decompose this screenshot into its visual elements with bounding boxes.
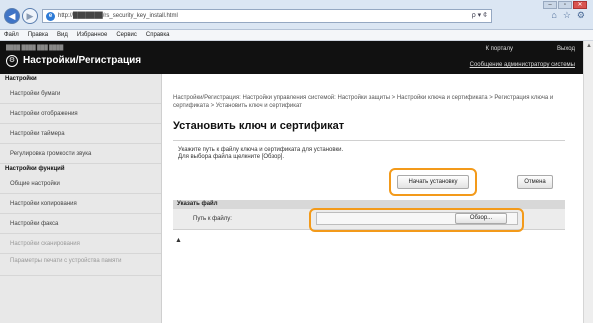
gear-icon[interactable]: ⚙ bbox=[577, 10, 585, 21]
app-header: ████ ████ ███ ████ ⚙ Настройки/Регистрац… bbox=[0, 41, 583, 74]
main-content: Настройки/Регистрация: Настройки управле… bbox=[163, 74, 583, 323]
page-title: Установить ключ и сертификат bbox=[173, 120, 345, 132]
toolbar-icons: ⌂ ☆ ⚙ bbox=[551, 10, 585, 21]
logout-link[interactable]: Выход bbox=[557, 46, 575, 52]
browser-toolbar: – ▫ ✕ ◀ ▶ e http://███████/rs_security_k… bbox=[0, 0, 593, 30]
start-install-highlight bbox=[389, 168, 477, 196]
sidebar-item-fax-settings[interactable]: Настройки факса bbox=[0, 214, 161, 234]
portal-link[interactable]: К порталу bbox=[486, 46, 513, 52]
menu-view[interactable]: Вид bbox=[57, 32, 68, 38]
sidebar-item-memory-print[interactable]: Параметры печати с устройства памяти bbox=[0, 254, 161, 276]
admin-message-link[interactable]: Сообщение администратору системы bbox=[470, 62, 575, 68]
sidebar-item-timer-settings[interactable]: Настройки таймера bbox=[0, 124, 161, 144]
back-arrow-icon[interactable]: ◀ bbox=[4, 8, 20, 24]
home-icon[interactable]: ⌂ bbox=[551, 10, 556, 21]
star-icon[interactable]: ☆ bbox=[563, 10, 571, 21]
sidebar-item-paper-settings[interactable]: Настройки бумаги bbox=[0, 84, 161, 104]
scroll-up-icon[interactable]: ▲ bbox=[586, 43, 592, 49]
device-model: ████ ████ ███ ████ bbox=[6, 45, 64, 51]
close-button[interactable]: ✕ bbox=[573, 1, 587, 9]
sidebar-section-settings: Настройки bbox=[5, 76, 37, 82]
address-url: http://███████/rs_security_key_install.h… bbox=[58, 13, 178, 19]
menu-file[interactable]: Файл bbox=[4, 32, 19, 38]
menu-favorites[interactable]: Избранное bbox=[77, 32, 107, 38]
settings-logo-icon: ⚙ bbox=[6, 55, 18, 67]
menu-tools[interactable]: Сервис bbox=[116, 32, 137, 38]
sidebar-section-functions: Настройки функций bbox=[5, 166, 65, 172]
to-top-link[interactable]: ▲ bbox=[175, 237, 182, 244]
instruction-text: Укажите путь к файлу ключа и сертификата… bbox=[173, 140, 565, 198]
minimize-button[interactable]: – bbox=[543, 1, 557, 9]
sidebar-item-scan-settings[interactable]: Настройки сканирования bbox=[0, 234, 161, 254]
instruction-line-1: Укажите путь к файлу ключа и сертификата… bbox=[178, 147, 344, 153]
menu-bar: Файл Правка Вид Избранное Сервис Справка bbox=[0, 30, 593, 41]
forward-arrow-icon[interactable]: ▶ bbox=[22, 8, 38, 24]
maximize-button[interactable]: ▫ bbox=[558, 1, 572, 9]
file-path-highlight bbox=[309, 208, 524, 232]
menu-edit[interactable]: Правка bbox=[28, 32, 48, 38]
instruction-line-2: Для выбора файла щелкните [Обзор]. bbox=[178, 154, 285, 160]
menu-help[interactable]: Справка bbox=[146, 32, 170, 38]
browser-window: – ▫ ✕ ◀ ▶ e http://███████/rs_security_k… bbox=[0, 0, 593, 323]
sidebar-item-volume[interactable]: Регулировка громкости звука bbox=[0, 144, 161, 164]
ie-logo-icon: e bbox=[46, 11, 55, 21]
cancel-button[interactable]: Отмена bbox=[517, 175, 553, 189]
app-title: Настройки/Регистрация bbox=[23, 55, 142, 66]
file-path-label: Путь к файлу: bbox=[193, 216, 232, 222]
sidebar-item-copy-settings[interactable]: Настройки копирования bbox=[0, 194, 161, 214]
sidebar-item-display-settings[interactable]: Настройки отображения bbox=[0, 104, 161, 124]
sidebar: Настройки Настройки бумаги Настройки ото… bbox=[0, 74, 162, 323]
breadcrumb: Настройки/Регистрация: Настройки управле… bbox=[173, 95, 554, 109]
sidebar-item-general-settings[interactable]: Общие настройки bbox=[0, 174, 161, 194]
address-bar[interactable]: e http://███████/rs_security_key_install… bbox=[42, 9, 492, 23]
window-controls: – ▫ ✕ bbox=[543, 1, 587, 9]
vertical-scrollbar[interactable]: ▲ bbox=[583, 41, 593, 323]
address-tools[interactable]: ρ ▾ ¢ bbox=[472, 11, 487, 19]
